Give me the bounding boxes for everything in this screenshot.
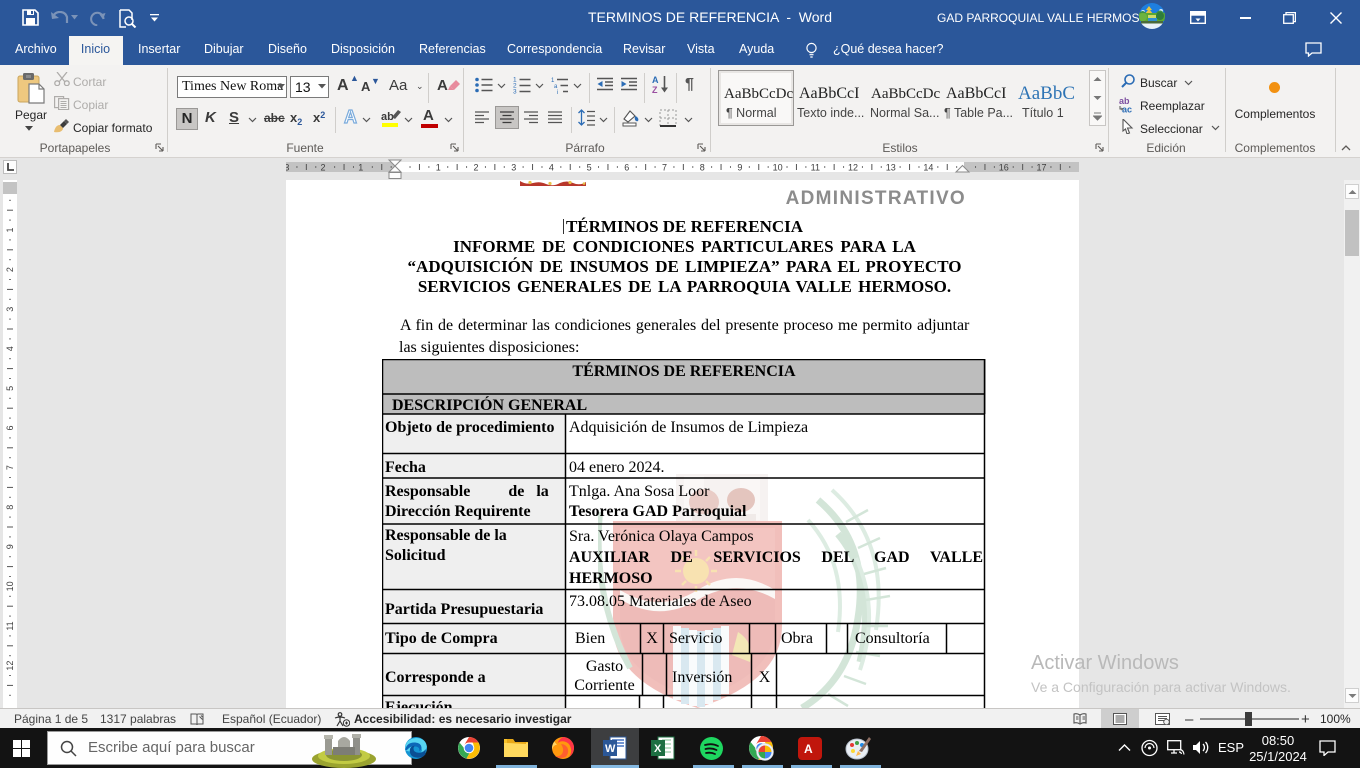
- svg-text:8: 8: [700, 163, 705, 173]
- svg-text:11: 11: [811, 163, 820, 173]
- svg-text:4: 4: [549, 163, 554, 173]
- svg-text:3: 3: [5, 307, 15, 312]
- svg-text:4: 4: [5, 346, 15, 351]
- svg-text:7: 7: [662, 163, 667, 173]
- svg-text:17: 17: [1036, 163, 1046, 173]
- svg-text:ac: ac: [1122, 105, 1132, 114]
- svg-text:10: 10: [5, 581, 15, 591]
- svg-text:5: 5: [5, 386, 15, 391]
- svg-text:14: 14: [923, 163, 933, 173]
- svg-text:8: 8: [5, 505, 15, 510]
- svg-text:3: 3: [286, 163, 289, 173]
- svg-text:2: 2: [5, 267, 15, 272]
- svg-text:13: 13: [886, 163, 896, 173]
- svg-text:5: 5: [587, 163, 592, 173]
- svg-text:16: 16: [999, 163, 1009, 173]
- svg-text:1: 1: [436, 163, 441, 173]
- svg-text:10: 10: [773, 163, 783, 173]
- svg-text:W: W: [605, 743, 616, 755]
- svg-text:11: 11: [5, 621, 15, 630]
- svg-text:3: 3: [511, 163, 516, 173]
- svg-text:1: 1: [5, 227, 15, 232]
- svg-text:9: 9: [5, 544, 15, 549]
- svg-text:A: A: [652, 75, 659, 85]
- svg-text:i: i: [557, 90, 558, 94]
- svg-text:2: 2: [320, 163, 325, 173]
- svg-text:6: 6: [624, 163, 629, 173]
- svg-text:2: 2: [473, 163, 478, 173]
- svg-text:7: 7: [5, 465, 15, 470]
- svg-text:X: X: [654, 743, 662, 755]
- svg-text:9: 9: [737, 163, 742, 173]
- svg-text:12: 12: [5, 661, 15, 671]
- svg-text:3: 3: [513, 89, 517, 95]
- svg-text:12: 12: [848, 163, 858, 173]
- svg-text:Z: Z: [652, 85, 658, 94]
- svg-text:6: 6: [5, 425, 15, 430]
- svg-text:A: A: [804, 742, 813, 756]
- svg-text:1: 1: [358, 163, 363, 173]
